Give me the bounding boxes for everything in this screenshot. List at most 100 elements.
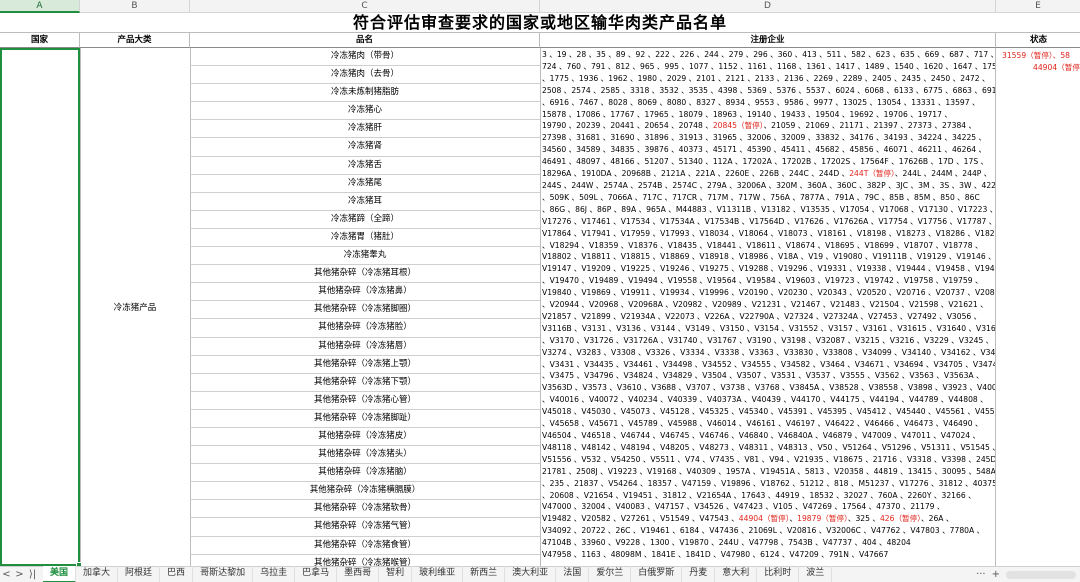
company-codes: V51556 、V532 、V54250 、V5511 、V74 、V7435 … [542,454,995,464]
sheet-tab[interactable]: 美国 [43,566,77,582]
column-header-c[interactable]: C [190,0,540,13]
company-line: V21857 、V21899 、V21934A 、V22073 、V226A 、… [542,311,995,323]
company-codes: 、325 、 [847,514,880,524]
column-header-bar: A B C D E [0,0,1080,13]
sheet-tab[interactable]: 意大利 [715,566,758,582]
sheet-tab[interactable]: 墨西哥 [337,566,380,582]
horizontal-scrollbar[interactable] [1006,570,1076,579]
company-cell[interactable]: 3 、19 、28 、35 、89 、92 、222 、226 、244 、27… [540,48,995,566]
more-icon[interactable]: ··· [976,569,986,580]
sheet-tab[interactable]: 玻利维亚 [412,566,464,582]
sheet-tab[interactable]: 波兰 [799,566,833,582]
sheet-tab[interactable]: 巴西 [160,566,194,582]
product-row[interactable]: 冷冻猪尾 [190,175,540,193]
product-row[interactable]: 其他猪杂碎（冷冻猪脚圈） [190,301,540,320]
product-row[interactable]: 冷冻猪胃（猪肚） [190,229,540,248]
status-cell[interactable]: 31559（暂停）、58 44904（暂停 [996,48,1080,566]
sheet-tab[interactable]: 比利时 [757,566,800,582]
column-header-d[interactable]: D [540,0,996,13]
product-row[interactable]: 其他猪杂碎（冷冻猪食管） [190,537,540,555]
company-codes: 2508 、2574 、2585 、3318 、3532 、3535 、4398… [542,85,995,95]
company-codes: 46491 、48097 、48166 、51207 、51340 、112A … [542,157,989,167]
company-codes: V3274 、V3283 、V3308 、V3326 、V3334 、V3338… [542,347,995,357]
company-line: V19147 、V19209 、V19225 、V19246 、V19275 、… [542,263,995,275]
category-cell[interactable]: 冷冻猪产品 [80,48,190,566]
sheet-tab[interactable]: 法国 [556,566,590,582]
company-codes: V19482 、V20582 、V27261 、V51549 、V47543 、 [542,514,739,524]
sheet-tab[interactable]: 丹麦 [682,566,716,582]
sheet-tab[interactable]: 白俄罗斯 [631,566,683,582]
sheet-tab[interactable]: 阿根廷 [118,566,161,582]
company-line: V17864 、V17941 、V17959 、V17993 、V18034 、… [542,228,995,240]
company-codes: 、235 、21837 、V54264 、18357 、V47159 、V198… [542,478,995,488]
company-line: 46491 、48097 、48166 、51207 、51340 、112A … [542,156,995,168]
product-row[interactable]: 其他猪杂碎（冷冻猪耳根） [190,265,540,284]
add-sheet-icon[interactable]: + [992,569,1000,580]
tab-last-icon[interactable]: ⟩| [26,569,39,580]
product-row[interactable]: 其他猪杂碎（冷冻猪皮） [190,428,540,447]
sheet-tab[interactable]: 智利 [379,566,413,582]
company-codes: 、V18294 、V18359 、V18376 、V18435 、V18441 … [542,240,983,250]
sheet-tab[interactable]: 加拿大 [76,566,119,582]
company-codes: V17864 、V17941 、V17959 、V17993 、V18034 、… [542,228,995,238]
company-line: 2508 、2574 、2585 、3318 、3532 、3535 、4398… [542,85,995,97]
company-line: V3563D 、V3573 、V3610 、V3688 、V3707 、V373… [542,382,995,394]
company-codes: 、1775 、1936 、1962 、1980 、2029 、2101 、212… [542,73,990,83]
sheet-tab[interactable]: 乌拉圭 [253,566,296,582]
product-row[interactable]: 冷冻猪蹄（全蹄） [190,211,540,229]
sheet-tab[interactable]: 新西兰 [463,566,506,582]
product-row[interactable]: 冷冻未炼制猪脂肪 [190,84,540,103]
company-codes: V47958 、1163 、48098M 、1841E 、1841D 、V479… [542,550,889,560]
sheet-tab[interactable]: 爱尔兰 [589,566,632,582]
product-row[interactable]: 其他猪杂碎（冷冻猪横膈膜） [190,482,540,501]
product-row[interactable]: 其他猪杂碎（冷冻猪下颚） [190,374,540,392]
product-row[interactable]: 冷冻猪耳 [190,193,540,211]
header-company[interactable]: 注册企业 [540,33,996,48]
product-row[interactable]: 其他猪杂碎（冷冻猪头） [190,446,540,465]
company-line: 、V3170 、V31726 、V31726A 、V31740 、V31767 … [542,335,995,347]
column-header-b[interactable]: B [80,0,190,13]
product-row[interactable]: 冷冻猪心 [190,102,540,121]
product-row[interactable]: 冷冻猪肉（带骨） [190,48,540,67]
company-line: V19482 、V20582 、V27261 、V51549 、V47543 、… [542,513,995,525]
country-cell-selected[interactable] [0,48,82,568]
header-product[interactable]: 品名 [190,33,540,48]
product-row[interactable]: 其他猪杂碎（冷冻猪心管） [190,392,540,410]
product-row[interactable]: 其他猪杂碎（冷冻猪脚趾） [190,410,540,428]
product-row[interactable]: 其他猪杂碎（冷冻猪脑） [190,464,540,483]
product-row[interactable]: 其他猪杂碎（冷冻猪唇） [190,338,540,356]
product-row[interactable]: 其他猪杂碎（冷冻猪气管） [190,518,540,537]
company-codes: V3563D 、V3573 、V3610 、V3688 、V3707 、V373… [542,383,995,393]
company-codes: 、86G 、86J 、86P 、89A 、965A 、M44883 、V1131… [542,204,995,214]
header-country[interactable]: 国家 [0,33,80,48]
product-row[interactable]: 其他猪杂碎（冷冻猪上颚） [190,356,540,374]
company-codes: 、 [789,514,798,524]
company-line: 、20608 、V21654 、V19451 、31812 、V21654A 、… [542,490,995,502]
sheet-tab[interactable]: 哥斯达黎加 [193,566,254,582]
column-header-e[interactable]: E [996,0,1080,13]
product-row[interactable]: 冷冻猪肝 [190,120,540,139]
tab-prev-icon[interactable]: < [0,569,13,580]
product-row[interactable]: 冷冻猪舌 [190,157,540,175]
header-category[interactable]: 产品大类 [80,33,190,48]
product-row[interactable]: 冷冻猪肾 [190,138,540,157]
company-line: 、V3475 、V34796 、V34824 、V34829 、V3504 、V… [542,370,995,382]
company-line: V51556 、V532 、V54250 、V5511 、V74 、V7435 … [542,454,995,466]
company-line: 3 、19 、28 、35 、89 、92 、222 、226 、244 、27… [542,49,995,61]
product-row[interactable]: 其他猪杂碎（冷冻猪脸） [190,319,540,338]
company-codes: 、V40016 、V40072 、V40234 、V40339 、V40373A… [542,395,988,405]
product-row[interactable]: 其他猪杂碎（冷冻猪鼻） [190,283,540,302]
header-status[interactable]: 状态 [996,33,1080,48]
product-row[interactable]: 其他猪杂碎（冷冻猪喉管） [190,555,540,566]
company-codes: 、244L 、244M 、244P 、 [894,169,992,179]
company-line: 19790 、20239 、20441 、20654 、20748 、20845… [542,120,995,132]
column-header-a[interactable]: A [0,0,80,13]
product-row[interactable]: 其他猪杂碎（冷冻猪软骨） [190,500,540,519]
tab-next-icon[interactable]: > [13,569,26,580]
company-codes: 、26A 、 [921,514,954,524]
product-row[interactable]: 冷冻猪睾丸 [190,247,540,266]
product-column: 冷冻猪肉（带骨） 冷冻猪肉（去骨） 冷冻未炼制猪脂肪 冷冻猪心 冷冻猪肝 冷冻猪肾 冷冻猪舌… [190,48,540,566]
sheet-tab[interactable]: 巴拿马 [295,566,338,582]
product-row[interactable]: 冷冻猪肉（去骨） [190,66,540,85]
sheet-tab[interactable]: 澳大利亚 [505,566,557,582]
